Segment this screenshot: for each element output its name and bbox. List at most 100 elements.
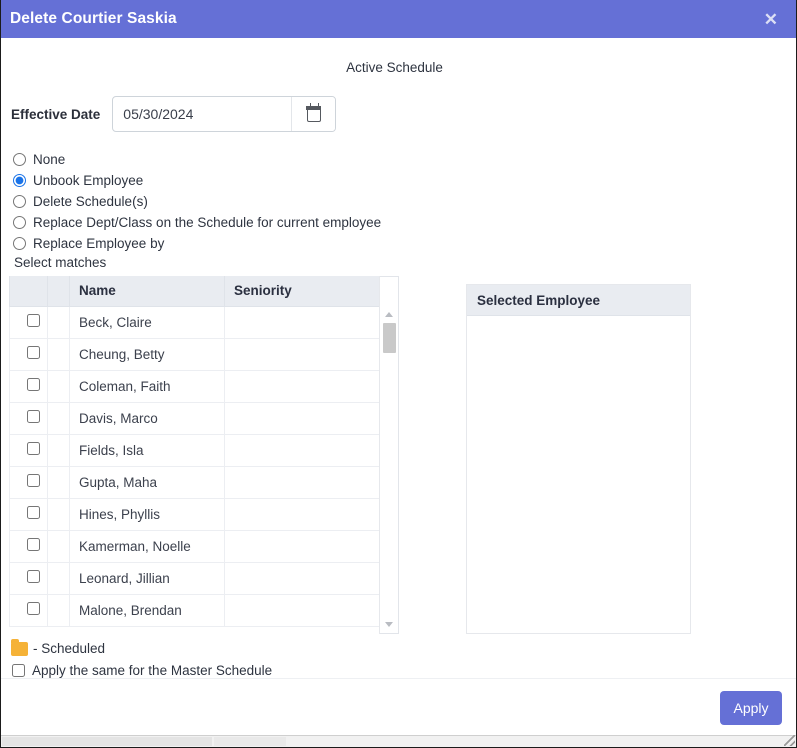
row-seniority: [224, 337, 379, 371]
calendar-icon[interactable]: [291, 97, 336, 131]
row-name: Coleman, Faith: [69, 369, 225, 403]
table-row[interactable]: Kamerman, Noelle: [9, 529, 379, 563]
effective-date-value[interactable]: 05/30/2024: [113, 106, 291, 122]
horizontal-scrollbar-segment[interactable]: [214, 737, 286, 746]
row-name: Fields, Isla: [69, 433, 225, 467]
employee-table: Name Seniority Beck, Claire Cheung, Bett…: [9, 276, 379, 627]
employee-table-panel: Name Seniority Beck, Claire Cheung, Bett…: [9, 276, 399, 634]
row-seniority: [224, 305, 379, 339]
row-spacer-cell: [47, 465, 70, 499]
row-spacer-cell: [47, 369, 70, 403]
scheduled-color-swatch-icon: [11, 638, 28, 656]
table-row[interactable]: Leonard, Jillian: [9, 561, 379, 595]
row-checkbox[interactable]: [26, 538, 40, 551]
row-name: Beck, Claire: [69, 305, 225, 339]
row-spacer-cell: [47, 433, 70, 467]
section-title: Active Schedule: [346, 60, 443, 75]
calendar-glyph: [306, 102, 322, 122]
selected-employee-panel: Selected Employee: [466, 284, 691, 634]
window-horizontal-scrollbar[interactable]: [1, 735, 796, 747]
row-checkbox[interactable]: [26, 474, 40, 487]
row-checkbox-cell[interactable]: [9, 433, 48, 467]
radio-input-replace-dept-class[interactable]: [13, 216, 26, 229]
effective-date-row: Effective Date 05/30/2024: [9, 96, 788, 132]
close-icon[interactable]: ✕: [760, 9, 782, 30]
employee-table-scroll: Name Seniority Beck, Claire Cheung, Bett…: [9, 276, 380, 634]
row-spacer-cell: [47, 561, 70, 595]
column-header-seniority: Seniority: [224, 276, 379, 307]
table-row[interactable]: Davis, Marco: [9, 401, 379, 435]
horizontal-scrollbar-thumb[interactable]: [2, 737, 212, 746]
row-checkbox-cell[interactable]: [9, 465, 48, 499]
table-row[interactable]: Coleman, Faith: [9, 369, 379, 403]
legend-label: - Scheduled: [33, 641, 106, 656]
scroll-up-icon[interactable]: [380, 307, 398, 321]
dialog-titlebar: Delete Courtier Saskia ✕: [1, 0, 796, 38]
apply-button[interactable]: Apply: [720, 690, 782, 725]
radio-label-replace-employee-by: Replace Employee by: [33, 236, 165, 251]
row-name: Davis, Marco: [69, 401, 225, 435]
apply-master-schedule-row[interactable]: Apply the same for the Master Schedule: [9, 663, 788, 678]
apply-master-schedule-checkbox[interactable]: [12, 664, 25, 677]
row-checkbox[interactable]: [26, 346, 40, 359]
row-name: Leonard, Jillian: [69, 561, 225, 595]
row-checkbox[interactable]: [26, 570, 40, 583]
action-options-group: None Unbook Employee Delete Schedule(s) …: [9, 149, 788, 270]
row-seniority: [224, 369, 379, 403]
table-row[interactable]: Cheung, Betty: [9, 337, 379, 371]
radio-label-unbook-employee: Unbook Employee: [33, 173, 144, 188]
row-seniority: [224, 465, 379, 499]
row-checkbox-cell[interactable]: [9, 369, 48, 403]
row-checkbox[interactable]: [26, 378, 40, 391]
table-header-row: Name Seniority: [9, 276, 379, 307]
radio-label-replace-dept-class: Replace Dept/Class on the Schedule for c…: [33, 215, 382, 230]
select-matches-label: Select matches: [14, 255, 107, 270]
table-row[interactable]: Gupta, Maha: [9, 465, 379, 499]
dialog-body: Active Schedule Effective Date 05/30/202…: [1, 38, 796, 686]
radio-option-unbook-employee[interactable]: Unbook Employee: [11, 170, 788, 191]
radio-input-none[interactable]: [13, 153, 26, 166]
table-row[interactable]: Fields, Isla: [9, 433, 379, 467]
employee-table-scrollbar[interactable]: [380, 276, 399, 634]
row-seniority: [224, 497, 379, 531]
row-seniority: [224, 593, 379, 627]
row-checkbox-cell[interactable]: [9, 401, 48, 435]
row-spacer-cell: [47, 305, 70, 339]
scroll-down-icon[interactable]: [380, 617, 398, 631]
row-seniority: [224, 433, 379, 467]
scrollbar-thumb[interactable]: [383, 323, 396, 353]
radio-option-delete-schedules[interactable]: Delete Schedule(s): [11, 191, 788, 212]
row-checkbox[interactable]: [26, 442, 40, 455]
column-header-select: [9, 276, 48, 307]
table-row[interactable]: Hines, Phyllis: [9, 497, 379, 531]
resize-grip-icon[interactable]: [784, 735, 795, 746]
row-checkbox-cell[interactable]: [9, 593, 48, 627]
row-checkbox-cell[interactable]: [9, 529, 48, 563]
radio-option-replace-dept-class[interactable]: Replace Dept/Class on the Schedule for c…: [11, 212, 788, 233]
row-spacer-cell: [47, 401, 70, 435]
row-checkbox-cell[interactable]: [9, 305, 48, 339]
legend-scheduled: - Scheduled: [9, 638, 788, 656]
apply-master-schedule-label: Apply the same for the Master Schedule: [32, 663, 273, 678]
selected-employee-list[interactable]: [467, 316, 690, 633]
delete-employee-dialog: Delete Courtier Saskia ✕ Active Schedule…: [0, 0, 797, 748]
radio-input-delete-schedules[interactable]: [13, 195, 26, 208]
row-seniority: [224, 529, 379, 563]
row-checkbox[interactable]: [26, 506, 40, 519]
radio-option-replace-employee-by[interactable]: Replace Employee by: [11, 233, 788, 254]
radio-input-unbook-employee[interactable]: [13, 174, 26, 187]
row-checkbox-cell[interactable]: [9, 337, 48, 371]
row-seniority: [224, 401, 379, 435]
effective-date-field[interactable]: 05/30/2024: [112, 96, 337, 132]
row-checkbox[interactable]: [26, 410, 40, 423]
table-row[interactable]: Malone, Brendan: [9, 593, 379, 627]
row-spacer-cell: [47, 593, 70, 627]
radio-input-replace-employee-by[interactable]: [13, 237, 26, 250]
radio-option-none[interactable]: None: [11, 149, 788, 170]
radio-label-delete-schedules: Delete Schedule(s): [33, 194, 148, 209]
row-checkbox[interactable]: [26, 602, 40, 615]
row-checkbox-cell[interactable]: [9, 497, 48, 531]
row-checkbox-cell[interactable]: [9, 561, 48, 595]
table-row[interactable]: Beck, Claire: [9, 305, 379, 339]
row-checkbox[interactable]: [26, 314, 40, 327]
